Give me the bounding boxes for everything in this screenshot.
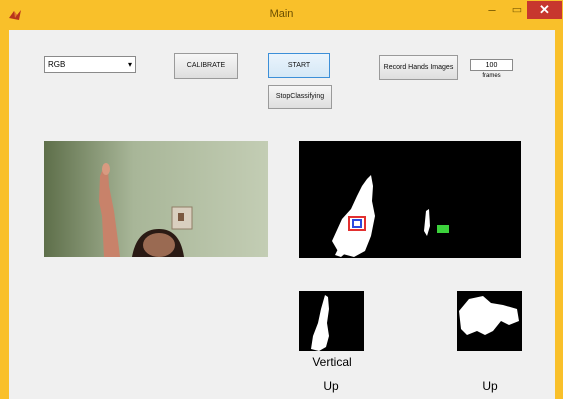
cropped-hand-vertical-image — [299, 291, 364, 351]
start-button[interactable]: START — [268, 53, 330, 78]
frames-input[interactable]: 100 — [470, 59, 513, 71]
orientation-label: Vertical — [312, 355, 352, 369]
stop-classifying-button[interactable]: StopClassifying — [268, 85, 332, 109]
minimize-button[interactable]: – — [478, 1, 506, 19]
binary-mask-image — [299, 141, 521, 258]
close-button[interactable]: ✕ — [527, 1, 562, 19]
direction-label-left: Up — [323, 379, 339, 393]
calibrate-button[interactable]: CALIBRATE — [174, 53, 238, 79]
record-hands-images-button[interactable]: Record Hands Images — [379, 55, 458, 80]
chevron-down-icon: ▾ — [127, 60, 132, 69]
direction-label-right: Up — [482, 379, 498, 393]
window-border-left — [0, 30, 9, 399]
color-mode-value: RGB — [48, 60, 66, 69]
cropped-hand-up-image — [457, 291, 522, 351]
frames-label: frames — [482, 73, 501, 79]
window-border-right — [555, 30, 563, 399]
color-mode-select[interactable]: RGB ▾ — [44, 56, 136, 73]
camera-feed-image — [44, 141, 268, 257]
